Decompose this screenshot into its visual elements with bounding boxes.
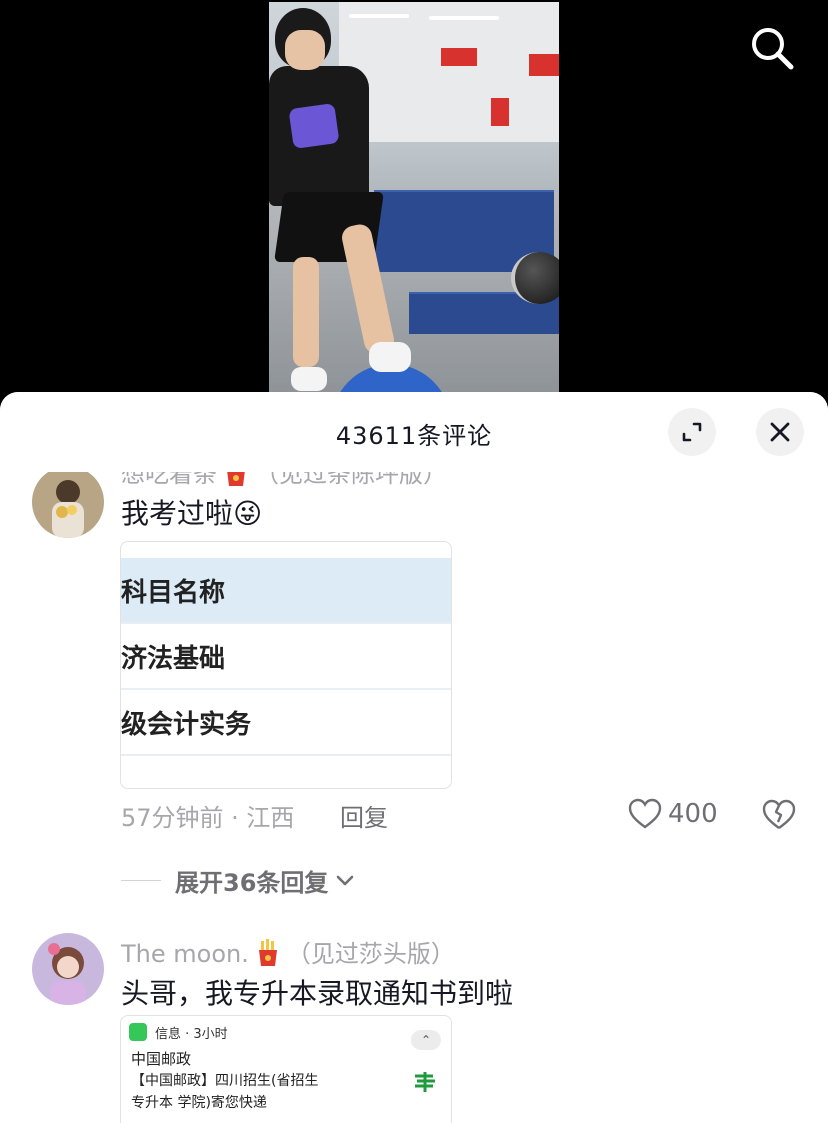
- sheet-header: 43611条评论: [0, 392, 828, 472]
- reply-label: 回复: [340, 804, 388, 832]
- search-button[interactable]: [746, 22, 798, 74]
- broken-heart-icon: [762, 799, 796, 829]
- expand-divider: [121, 879, 161, 881]
- fries-badge-icon: [253, 938, 283, 968]
- ceiling-light: [429, 16, 499, 20]
- like-button[interactable]: 400: [628, 796, 718, 832]
- expand-icon: [682, 422, 702, 442]
- heart-icon: [628, 798, 662, 829]
- comment-username[interactable]: The moon. （见过莎头版）: [121, 934, 455, 969]
- avatar[interactable]: [32, 933, 104, 1005]
- sms-line: 【中国邮政】四川招生(省招生: [131, 1073, 319, 1089]
- chevron-down-icon: [337, 875, 354, 886]
- time-location: 57分钟前 · 江西: [121, 804, 295, 832]
- expand-replies-label: 展开36条回复: [175, 868, 329, 897]
- table-cell: 级会计实务: [121, 709, 252, 740]
- table-header-cell: 科目名称: [121, 577, 226, 608]
- username-text[interactable]: The moon.: [121, 940, 249, 968]
- wall-sign: [441, 48, 477, 66]
- expand-replies-button[interactable]: 展开36条回复: [121, 860, 358, 900]
- wall-sign: [529, 54, 559, 76]
- comment-text-content: 我考过啦😜: [121, 497, 263, 530]
- sms-sender: 中国邮政: [131, 1050, 192, 1068]
- avatar-image: [32, 933, 104, 1005]
- person-shoe: [291, 367, 327, 391]
- wall-sign: [491, 98, 509, 126]
- table-row: 济法基础: [121, 624, 451, 690]
- gym-wall: [339, 2, 559, 142]
- avatar-image: [32, 466, 104, 538]
- search-icon: [752, 28, 794, 70]
- reply-button[interactable]: 回复: [340, 798, 388, 833]
- comment-text: 我考过啦😜: [121, 492, 262, 532]
- comment-image-sms[interactable]: 信息 · 3小时 ⌃ 中国邮政 【中国邮政】四川招生(省招生 专升本 学院)寄您…: [120, 1015, 452, 1123]
- china-post-logo-icon: [415, 1072, 435, 1092]
- chevron-up-icon: ⌃: [411, 1030, 441, 1050]
- comment-image-table[interactable]: 科目名称 济法基础 级会计实务: [120, 541, 452, 789]
- like-count: 400: [668, 799, 718, 829]
- medicine-ball: [511, 252, 559, 304]
- sms-line: 专升本 学院)寄您快递: [131, 1095, 267, 1111]
- person-face: [285, 30, 325, 70]
- username-suffix: （见过莎头版）: [286, 940, 455, 968]
- message-app-icon: [129, 1023, 147, 1041]
- sms-app-label: 信息 · 3小时: [155, 1026, 228, 1042]
- table-top-spacer: [121, 542, 451, 558]
- comment-text-content: 头哥，我专升本录取通知书到啦: [121, 977, 514, 1010]
- person-shirt: [269, 66, 369, 206]
- avatar[interactable]: [32, 466, 104, 538]
- expand-button[interactable]: [668, 408, 716, 456]
- table-cell: 济法基础: [121, 643, 226, 674]
- close-button[interactable]: [756, 408, 804, 456]
- video-player[interactable]: [0, 0, 828, 400]
- comment-sheet: 想吃着条 （见过条陈坪版） 我考过啦😜 科目名称 济法基础 级会计实务 57分钟前…: [0, 392, 828, 1123]
- video-frame[interactable]: [269, 2, 559, 400]
- table-row: 级会计实务: [121, 690, 451, 756]
- person-shoe: [369, 342, 411, 372]
- person-leg: [293, 257, 319, 367]
- dislike-button[interactable]: [762, 798, 796, 832]
- comment-text: 头哥，我专升本录取通知书到啦: [121, 972, 513, 1012]
- close-icon: [770, 422, 790, 442]
- ceiling-light: [349, 14, 409, 18]
- comment-meta: 57分钟前 · 江西: [121, 798, 294, 833]
- shirt-logo: [288, 102, 340, 150]
- table-header-row: 科目名称: [121, 558, 451, 624]
- sms-header: 信息 · 3小时 ⌃: [121, 1016, 451, 1050]
